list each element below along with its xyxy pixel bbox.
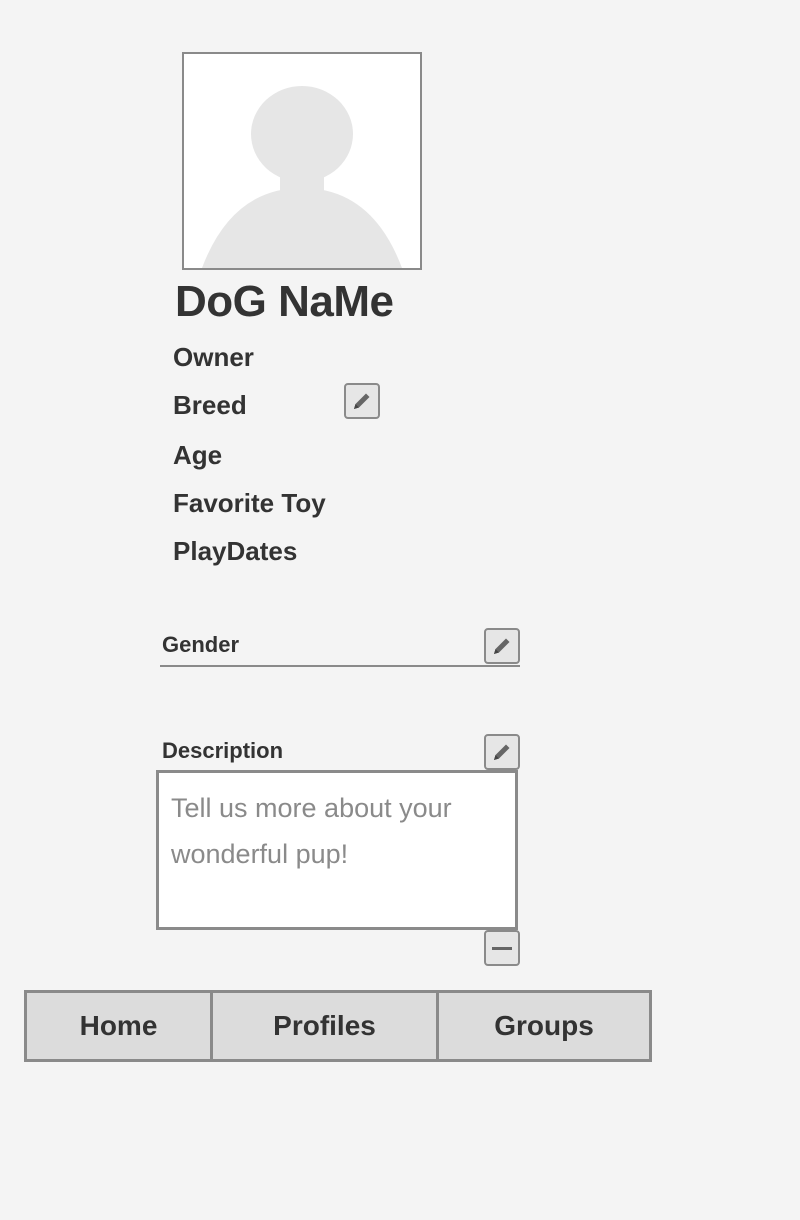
bottom-nav: Home Profiles Groups (24, 990, 652, 1062)
description-textarea[interactable] (156, 770, 518, 930)
nav-tab-profiles[interactable]: Profiles (213, 993, 439, 1059)
collapse-description-button[interactable] (484, 930, 520, 966)
owner-label: Owner (173, 342, 254, 372)
age-label: Age (173, 440, 223, 470)
profile-avatar[interactable] (182, 52, 422, 270)
dog-name-heading: DoG NaMe (175, 277, 394, 326)
gender-underline (160, 665, 520, 667)
nav-tab-home[interactable]: Home (27, 993, 213, 1059)
breed-label: Breed (173, 390, 247, 420)
pencil-icon (354, 393, 370, 409)
description-label: Description (162, 738, 284, 763)
pencil-icon (494, 744, 510, 760)
playdates-label: PlayDates (173, 536, 298, 566)
minus-icon (492, 946, 512, 950)
user-silhouette-icon (202, 86, 402, 268)
favorite-toy-label: Favorite Toy (173, 488, 326, 518)
edit-gender-button[interactable] (484, 628, 520, 664)
gender-label: Gender (162, 632, 240, 657)
edit-info-button[interactable] (344, 383, 380, 419)
edit-description-button[interactable] (484, 734, 520, 770)
pencil-icon (494, 638, 510, 654)
nav-tab-groups[interactable]: Groups (439, 993, 649, 1059)
